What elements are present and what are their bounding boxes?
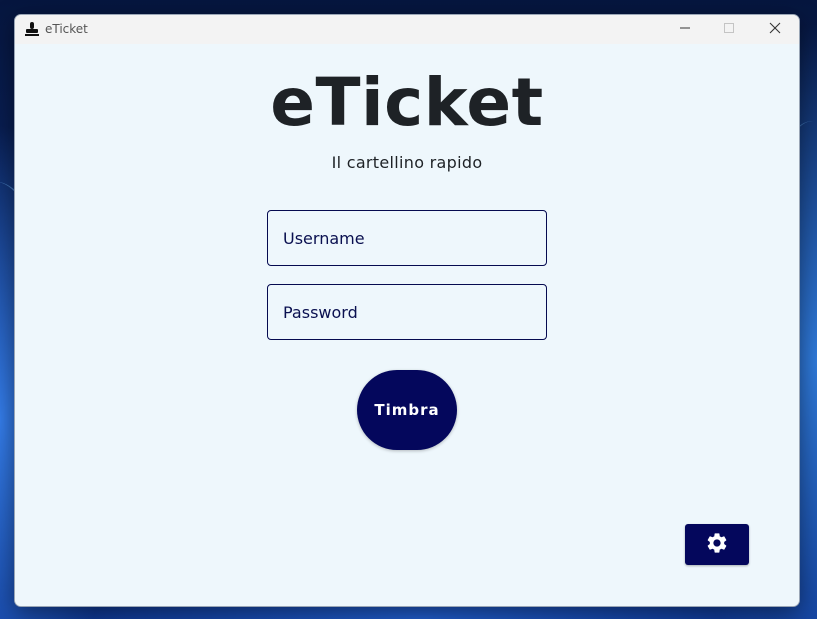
minimize-icon — [679, 21, 691, 39]
stamp-icon — [24, 21, 40, 37]
close-button[interactable] — [753, 15, 797, 44]
settings-button[interactable] — [685, 524, 749, 565]
timbra-button[interactable]: Timbra — [357, 370, 457, 450]
page-title: eTicket — [270, 64, 544, 141]
window-title: eTicket — [45, 22, 88, 36]
maximize-button[interactable] — [707, 15, 751, 44]
username-input[interactable] — [267, 210, 547, 266]
page-subtitle: Il cartellino rapido — [331, 153, 483, 172]
gear-icon — [705, 531, 729, 558]
app-window: eTicket eTicket Il cartellino rapido T — [14, 14, 800, 607]
close-icon — [769, 21, 781, 39]
title-bar[interactable]: eTicket — [15, 15, 799, 44]
maximize-icon — [723, 21, 735, 39]
password-input[interactable] — [267, 284, 547, 340]
minimize-button[interactable] — [663, 15, 707, 44]
login-panel: eTicket Il cartellino rapido Timbra — [15, 44, 799, 606]
